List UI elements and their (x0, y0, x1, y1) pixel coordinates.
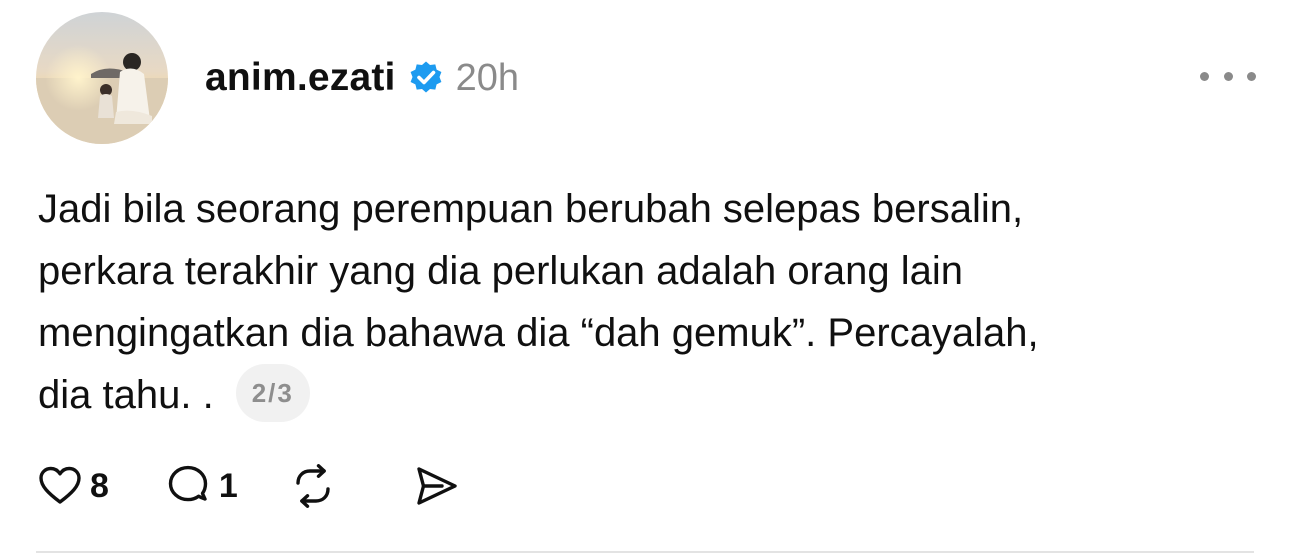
avatar[interactable] (36, 12, 168, 144)
dot (1223, 71, 1233, 81)
like-count: 8 (90, 466, 109, 505)
more-options-icon[interactable] (1200, 60, 1256, 92)
post-header: anim.ezati 20h (205, 52, 519, 104)
repost-icon (296, 464, 330, 508)
share-button[interactable] (412, 463, 460, 509)
post-text: Jadi bila seorang perempuan berubah sele… (38, 178, 1258, 426)
send-icon (417, 467, 457, 505)
verified-badge-icon (408, 60, 444, 96)
dot (1247, 71, 1256, 81)
timestamp: 20h (455, 56, 519, 99)
avatar-photo-icon (36, 12, 168, 144)
post-text-line: mengingatkan dia bahawa dia “dah gemuk”.… (38, 311, 1039, 355)
username[interactable]: anim.ezati (205, 56, 396, 100)
repost-button[interactable] (290, 463, 336, 509)
comment-icon (168, 465, 208, 502)
post-text-line: Jadi bila seorang perempuan berubah sele… (38, 187, 1024, 231)
dot (1200, 71, 1209, 81)
post-text-line-last: dia tahu. . 2/3 (38, 364, 1258, 426)
reply-button[interactable]: 1 (165, 463, 238, 509)
like-button[interactable]: 8 (38, 464, 109, 508)
action-bar: 8 1 (38, 456, 460, 516)
heart-icon (39, 466, 81, 504)
thread-post: anim.ezati 20h Jadi bila seorang perempu… (0, 0, 1290, 553)
thread-pager-badge: 2/3 (235, 364, 310, 423)
post-text-line: perkara terakhir yang dia perlukan adala… (38, 249, 964, 293)
post-text-line: dia tahu. . (38, 373, 214, 417)
reply-count: 1 (218, 466, 238, 505)
